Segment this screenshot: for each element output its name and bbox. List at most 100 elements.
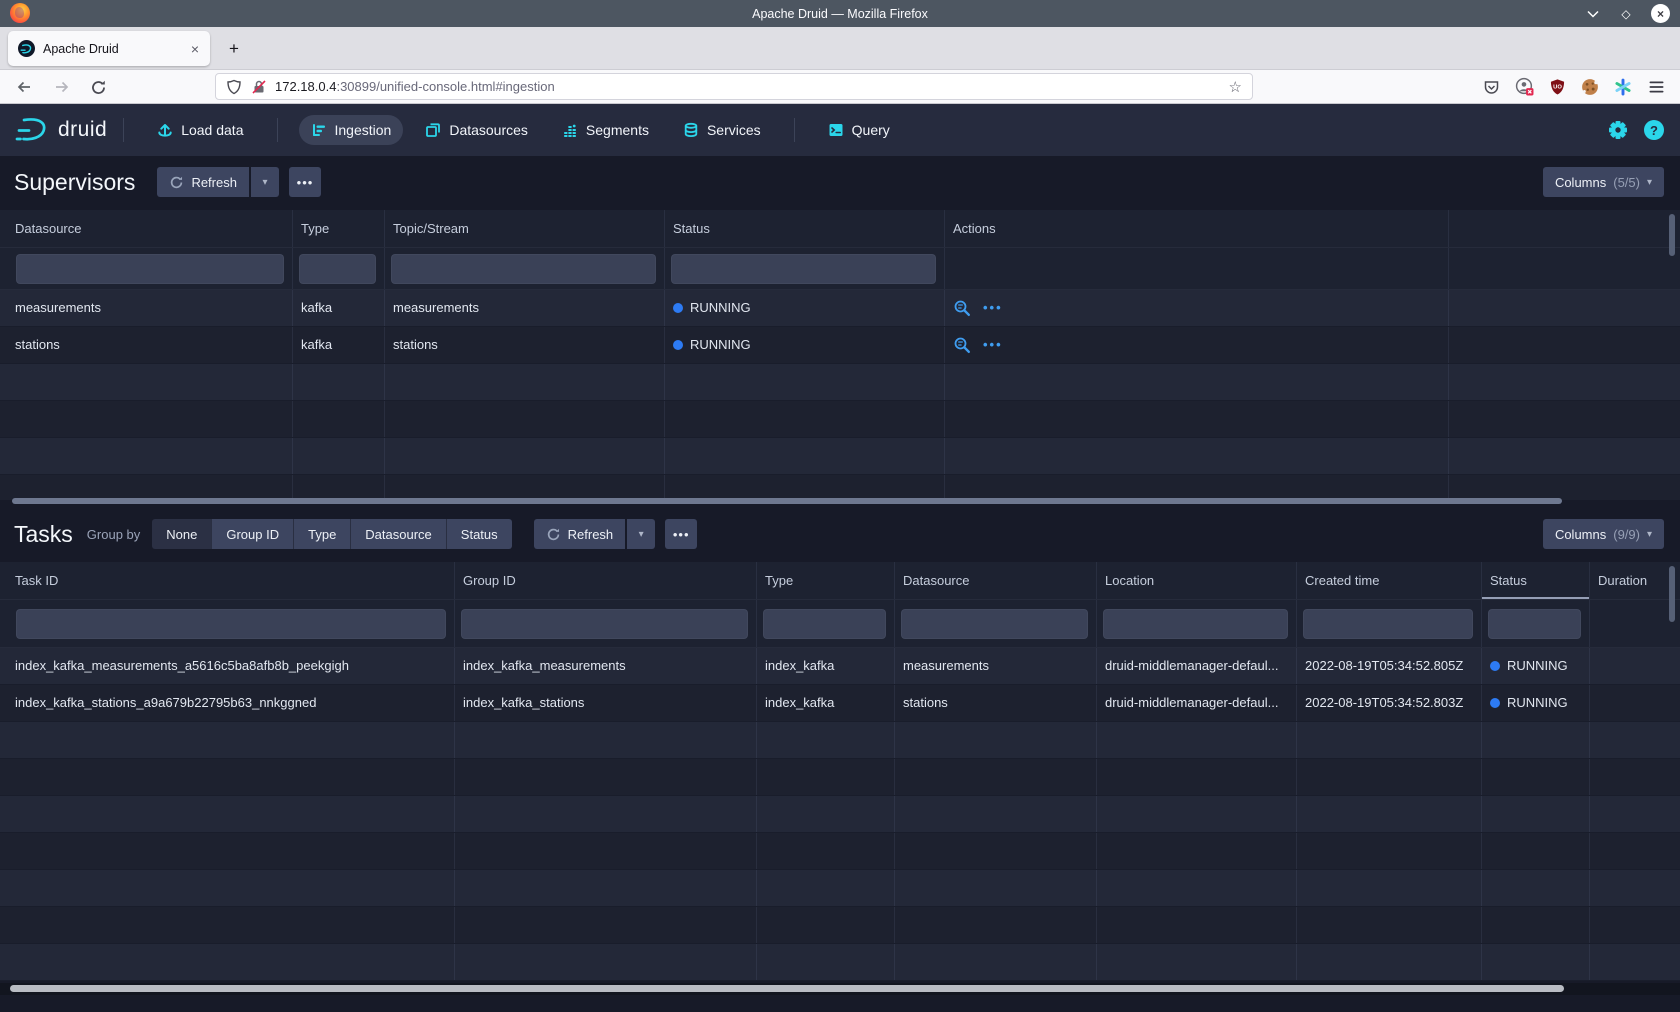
cell-group-id[interactable]: index_kafka_measurements xyxy=(455,648,757,684)
supervisors-refresh-caret-button[interactable]: ▾ xyxy=(251,167,279,197)
cell-topic[interactable]: measurements xyxy=(385,290,665,326)
column-header[interactable]: Type xyxy=(293,210,385,247)
nav-segments[interactable]: Segments xyxy=(550,115,661,145)
cell-location[interactable]: druid-middlemanager-defaul... xyxy=(1097,648,1297,684)
settings-gear-icon[interactable] xyxy=(1608,120,1628,140)
browser-tab[interactable]: Apache Druid × xyxy=(8,31,210,66)
back-icon[interactable] xyxy=(14,77,34,97)
supervisors-more-button[interactable]: ••• xyxy=(289,167,321,197)
magnify-details-icon[interactable] xyxy=(953,336,971,354)
cell-status[interactable]: RUNNING xyxy=(1482,685,1590,721)
nav-datasources[interactable]: Datasources xyxy=(413,115,540,145)
cell-type[interactable]: index_kafka xyxy=(757,648,895,684)
cell-created-time[interactable]: 2022-08-19T05:34:52.803Z xyxy=(1297,685,1482,721)
window-minimize-icon[interactable] xyxy=(1585,6,1601,22)
supervisors-vertical-scrollbar[interactable] xyxy=(1669,214,1675,256)
filter-status-input[interactable] xyxy=(671,254,936,284)
column-header[interactable]: Type xyxy=(757,562,895,599)
cell-duration[interactable] xyxy=(1590,648,1680,684)
filter-type-input[interactable] xyxy=(763,609,886,639)
filter-task-id-input[interactable] xyxy=(16,609,446,639)
group-by-option-status[interactable]: Status xyxy=(447,519,512,549)
nav-load-data[interactable]: Load data xyxy=(145,115,255,145)
cell-group-id[interactable]: index_kafka_stations xyxy=(455,685,757,721)
cell-status[interactable]: RUNNING xyxy=(1482,648,1590,684)
nav-services[interactable]: Services xyxy=(671,115,773,145)
group-by-option-none[interactable]: None xyxy=(152,519,212,549)
tasks-vertical-scrollbar[interactable] xyxy=(1669,566,1675,622)
cell-created-time[interactable]: 2022-08-19T05:34:52.805Z xyxy=(1297,648,1482,684)
nav-ingestion[interactable]: Ingestion xyxy=(299,115,404,145)
druid-brand[interactable]: druid xyxy=(14,115,107,145)
magnify-details-icon[interactable] xyxy=(953,299,971,317)
cell-duration[interactable] xyxy=(1590,685,1680,721)
ublock-icon[interactable]: UO xyxy=(1547,77,1567,97)
new-tab-button[interactable]: + xyxy=(222,37,246,61)
group-by-option-group-id[interactable]: Group ID xyxy=(212,519,294,549)
group-by-option-type[interactable]: Type xyxy=(294,519,351,549)
tasks-refresh-caret-button[interactable]: ▾ xyxy=(627,519,655,549)
column-header[interactable]: Actions xyxy=(945,210,1449,247)
filter-location-input[interactable] xyxy=(1103,609,1288,639)
insecure-lock-icon[interactable] xyxy=(251,79,267,95)
cell-datasource[interactable]: stations xyxy=(895,685,1097,721)
cell-task-id[interactable]: index_kafka_stations_a9a679b22795b63_nnk… xyxy=(0,685,455,721)
cell-location[interactable]: druid-middlemanager-defaul... xyxy=(1097,685,1297,721)
tab-close-icon[interactable]: × xyxy=(188,41,202,57)
tasks-more-button[interactable]: ••• xyxy=(665,519,697,549)
tasks-horizontal-scrollbar[interactable] xyxy=(10,985,1564,992)
column-header[interactable]: Group ID xyxy=(455,562,757,599)
column-header[interactable]: Task ID xyxy=(0,562,455,599)
column-header[interactable]: Duration xyxy=(1590,562,1680,599)
column-header-sorted[interactable]: Status xyxy=(1482,562,1590,599)
cell-status[interactable]: RUNNING xyxy=(665,327,945,363)
cell-status[interactable]: RUNNING xyxy=(665,290,945,326)
cell-datasource[interactable]: measurements xyxy=(895,648,1097,684)
tasks-columns-button[interactable]: Columns (9/9) ▾ xyxy=(1543,519,1664,549)
menu-hamburger-icon[interactable] xyxy=(1646,77,1666,97)
row-more-actions-icon[interactable]: ••• xyxy=(983,327,1003,363)
column-header[interactable]: Datasource xyxy=(0,210,293,247)
extension-asterisk-icon[interactable] xyxy=(1613,77,1633,97)
cell-datasource[interactable]: measurements xyxy=(0,290,293,326)
column-header[interactable]: Location xyxy=(1097,562,1297,599)
column-header[interactable]: Created time xyxy=(1297,562,1482,599)
task-row[interactable]: index_kafka_stations_a9a679b22795b63_nnk… xyxy=(0,685,1680,722)
nav-query[interactable]: Query xyxy=(816,115,902,145)
column-header[interactable]: Datasource xyxy=(895,562,1097,599)
window-maximize-icon[interactable]: ◇ xyxy=(1618,6,1634,22)
bookmark-star-icon[interactable]: ☆ xyxy=(1229,78,1242,96)
row-more-actions-icon[interactable]: ••• xyxy=(983,290,1003,326)
filter-created-time-input[interactable] xyxy=(1303,609,1473,639)
pocket-icon[interactable] xyxy=(1481,77,1501,97)
task-row[interactable]: index_kafka_measurements_a5616c5ba8afb8b… xyxy=(0,648,1680,685)
account-extension-icon[interactable] xyxy=(1514,77,1534,97)
supervisors-columns-button[interactable]: Columns (5/5) ▾ xyxy=(1543,167,1664,197)
column-header[interactable]: Status xyxy=(665,210,945,247)
help-icon[interactable]: ? xyxy=(1644,120,1664,140)
cookie-icon[interactable] xyxy=(1580,77,1600,97)
cell-type[interactable]: kafka xyxy=(293,290,385,326)
filter-topic-input[interactable] xyxy=(391,254,656,284)
supervisor-row[interactable]: measurementskafkameasurementsRUNNING••• xyxy=(0,290,1680,327)
cell-topic[interactable]: stations xyxy=(385,327,665,363)
cell-type[interactable]: kafka xyxy=(293,327,385,363)
supervisor-row[interactable]: stationskafkastationsRUNNING••• xyxy=(0,327,1680,364)
supervisors-horizontal-scrollbar[interactable] xyxy=(12,498,1562,504)
filter-datasource-input[interactable] xyxy=(16,254,284,284)
group-by-option-datasource[interactable]: Datasource xyxy=(351,519,446,549)
tasks-refresh-button[interactable]: Refresh xyxy=(534,519,626,549)
filter-group-id-input[interactable] xyxy=(461,609,748,639)
filter-datasource-input[interactable] xyxy=(901,609,1088,639)
url-bar[interactable]: 172.18.0.4:30899/unified-console.html#in… xyxy=(215,73,1253,100)
reload-icon[interactable] xyxy=(88,77,108,97)
filter-type-input[interactable] xyxy=(299,254,376,284)
window-close-icon[interactable]: × xyxy=(1651,4,1670,23)
cell-type[interactable]: index_kafka xyxy=(757,685,895,721)
forward-icon[interactable] xyxy=(52,77,72,97)
supervisors-refresh-button[interactable]: Refresh xyxy=(157,167,249,197)
column-header[interactable]: Topic/Stream xyxy=(385,210,665,247)
cell-task-id[interactable]: index_kafka_measurements_a5616c5ba8afb8b… xyxy=(0,648,455,684)
shield-icon[interactable] xyxy=(226,79,242,95)
filter-status-input[interactable] xyxy=(1488,609,1581,639)
